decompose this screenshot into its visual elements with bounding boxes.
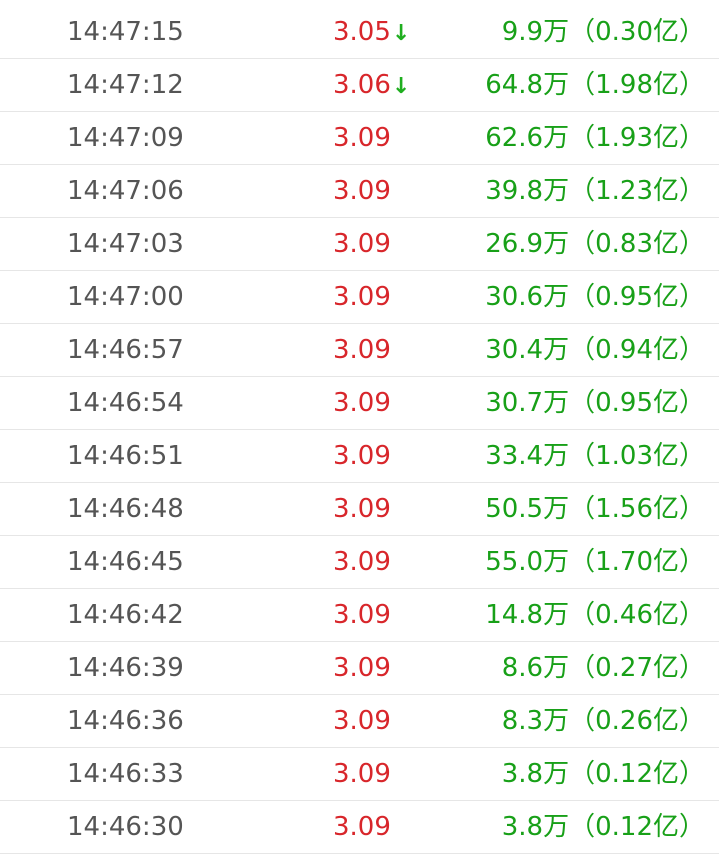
trade-price-cell: 3.09 [333,801,391,854]
trade-volume: 30.6万（0.95亿） [485,282,705,312]
trade-price: 3.09 [333,229,391,259]
trade-row: 14:47:12 3.06↓ 64.8万（1.98亿） [0,59,719,112]
trade-row: 14:47:03 3.09 26.9万（0.83亿） [0,218,719,271]
trade-volume: 26.9万（0.83亿） [485,229,705,259]
down-arrow-icon: ↓ [391,74,411,99]
trade-price: 3.09 [333,600,391,630]
trade-row: 14:47:09 3.09 62.6万（1.93亿） [0,112,719,165]
trade-time: 14:46:54 [67,388,184,418]
trade-time: 14:46:45 [67,547,184,577]
trade-price: 3.09 [333,812,391,842]
trade-time: 14:47:15 [67,17,184,47]
trade-time: 14:46:48 [67,494,184,524]
trade-price: 3.09 [333,176,391,206]
trade-price: 3.09 [333,441,391,471]
trade-row: 14:47:15 3.05↓ 9.9万（0.30亿） [0,6,719,59]
trade-price-cell: 3.09 [333,218,391,271]
trade-row: 14:47:06 3.09 39.8万（1.23亿） [0,165,719,218]
trade-volume: 50.5万（1.56亿） [485,494,705,524]
trade-time: 14:46:39 [67,653,184,683]
trade-time: 14:46:42 [67,600,184,630]
trade-row: 14:46:39 3.09 8.6万（0.27亿） [0,642,719,695]
trade-price: 3.05 [333,17,391,47]
trade-row: 14:46:36 3.09 8.3万（0.26亿） [0,695,719,748]
trade-price: 3.09 [333,388,391,418]
trade-time: 14:47:06 [67,176,184,206]
trade-time: 14:47:00 [67,282,184,312]
trade-list[interactable]: 14:47:15 3.05↓ 9.9万（0.30亿） 14:47:12 3.06… [0,0,719,859]
trade-row: 14:46:30 3.09 3.8万（0.12亿） [0,801,719,854]
trade-price: 3.09 [333,282,391,312]
trade-price-cell: 3.06↓ [333,59,410,112]
trade-row: 14:46:48 3.09 50.5万（1.56亿） [0,483,719,536]
trade-time: 14:46:57 [67,335,184,365]
trade-volume: 30.7万（0.95亿） [485,388,705,418]
trade-time: 14:46:33 [67,759,184,789]
trade-volume: 9.9万（0.30亿） [501,17,705,47]
trade-price-cell: 3.09 [333,377,391,430]
trade-price-cell: 3.09 [333,642,391,695]
trade-price-cell: 3.09 [333,324,391,377]
trade-price-cell: 3.09 [333,165,391,218]
trade-row: 14:46:42 3.09 14.8万（0.46亿） [0,589,719,642]
trade-volume: 39.8万（1.23亿） [485,176,705,206]
trade-volume: 64.8万（1.98亿） [485,70,705,100]
trade-row: 14:47:00 3.09 30.6万（0.95亿） [0,271,719,324]
trade-volume: 30.4万（0.94亿） [485,335,705,365]
trade-volume: 3.8万（0.12亿） [501,759,705,789]
trade-price: 3.09 [333,547,391,577]
trade-volume: 55.0万（1.70亿） [485,547,705,577]
trade-row: 14:46:33 3.09 3.8万（0.12亿） [0,748,719,801]
trade-price: 3.06 [333,70,391,100]
trade-price-cell: 3.09 [333,271,391,324]
trade-price-cell: 3.09 [333,483,391,536]
trade-time: 14:46:30 [67,812,184,842]
trade-time: 14:47:03 [67,229,184,259]
trade-volume: 62.6万（1.93亿） [485,123,705,153]
trade-row: 14:46:45 3.09 55.0万（1.70亿） [0,536,719,589]
trade-volume: 8.3万（0.26亿） [501,706,705,736]
trade-price-cell: 3.09 [333,748,391,801]
trade-row: 14:46:54 3.09 30.7万（0.95亿） [0,377,719,430]
trade-time: 14:47:09 [67,123,184,153]
trade-volume: 14.8万（0.46亿） [485,600,705,630]
trade-price: 3.09 [333,653,391,683]
trade-price: 3.09 [333,123,391,153]
trade-price-cell: 3.05↓ [333,6,410,59]
trade-price-cell: 3.09 [333,695,391,748]
trade-price-cell: 3.09 [333,589,391,642]
trade-time: 14:47:12 [67,70,184,100]
trade-volume: 3.8万（0.12亿） [501,812,705,842]
trade-row: 14:46:57 3.09 30.4万（0.94亿） [0,324,719,377]
trade-price-cell: 3.09 [333,536,391,589]
trade-price: 3.09 [333,759,391,789]
trade-price-cell: 3.09 [333,430,391,483]
trade-price: 3.09 [333,335,391,365]
down-arrow-icon: ↓ [391,21,411,46]
trade-time: 14:46:36 [67,706,184,736]
trade-price: 3.09 [333,494,391,524]
trade-time: 14:46:51 [67,441,184,471]
trade-price: 3.09 [333,706,391,736]
trade-row: 14:46:51 3.09 33.4万（1.03亿） [0,430,719,483]
trade-volume: 33.4万（1.03亿） [485,441,705,471]
trade-price-cell: 3.09 [333,112,391,165]
trade-volume: 8.6万（0.27亿） [501,653,705,683]
